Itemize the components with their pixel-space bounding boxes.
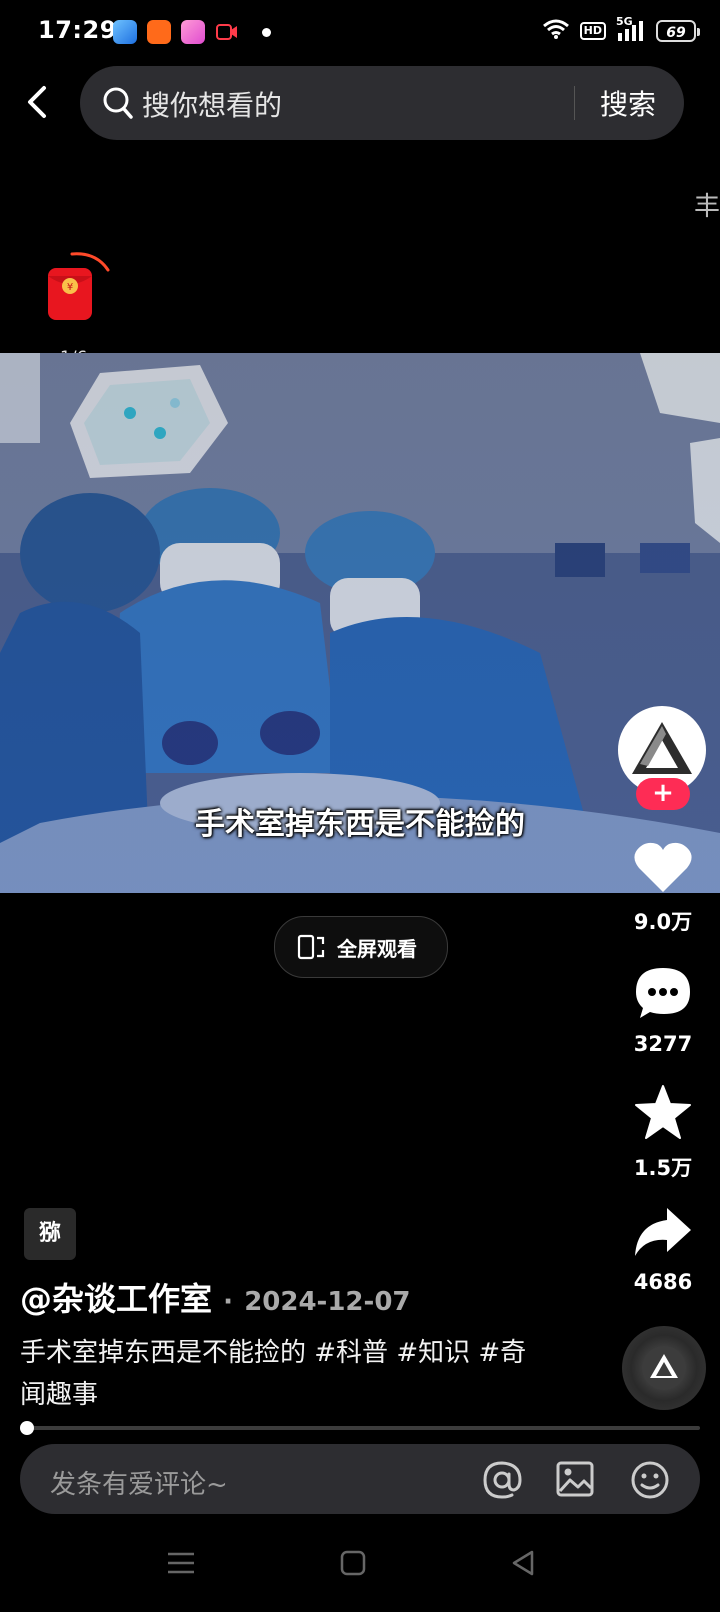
nav-home-button[interactable]	[340, 1550, 366, 1580]
signal-icon: 5G	[616, 15, 648, 43]
music-disc-logo-icon	[642, 1346, 686, 1390]
red-envelope-icon: ¥	[48, 252, 110, 320]
video-record-icon	[216, 22, 238, 46]
video-subtitle: 手术室掉东西是不能捡的	[195, 807, 525, 842]
star-icon	[635, 1085, 691, 1139]
mention-icon[interactable]	[482, 1460, 522, 1504]
wifi-icon	[542, 18, 570, 44]
like-count: 9.0万	[633, 910, 693, 934]
chevron-left-icon	[28, 86, 46, 118]
menu-icon	[168, 1552, 194, 1574]
post-caption[interactable]: 手术室掉东西是不能捡的 #科普 #知识 #奇闻趣事	[20, 1332, 540, 1416]
search-divider	[574, 86, 575, 120]
orange-app-icon	[147, 20, 171, 44]
search-button[interactable]: 搜索	[600, 83, 656, 123]
battery-icon: 69	[656, 20, 700, 42]
share-count: 4686	[633, 1270, 693, 1294]
comment-bar[interactable]: 发条有爱评论~	[20, 1444, 700, 1514]
music-disc[interactable]	[622, 1326, 706, 1410]
back-triangle-icon	[512, 1550, 534, 1576]
status-bar: 17:29 HD 5G 69	[0, 0, 720, 64]
notification-dot	[262, 28, 271, 37]
red-packet-widget[interactable]: ¥	[48, 252, 110, 320]
progress-handle[interactable]	[20, 1421, 34, 1435]
post-date: 2024-12-07	[244, 1287, 411, 1317]
share-button[interactable]: 4686	[613, 1206, 713, 1294]
home-square-icon	[340, 1550, 366, 1576]
video-progress-bar[interactable]	[24, 1426, 700, 1430]
back-button[interactable]	[20, 80, 56, 124]
edge-text: 丰	[693, 192, 720, 222]
svg-text:¥: ¥	[67, 282, 73, 293]
favorite-button[interactable]: 1.5万	[613, 1084, 713, 1182]
status-indicators: HD 5G	[542, 15, 648, 44]
nav-back-button[interactable]	[510, 1550, 536, 1580]
favorite-count: 1.5万	[633, 1156, 693, 1180]
pink-app-icon	[181, 20, 205, 44]
content-badge: 猕	[24, 1208, 76, 1260]
fullscreen-button[interactable]: 全屏观看	[274, 916, 448, 978]
status-time: 17:29	[38, 16, 117, 44]
image-icon[interactable]	[556, 1460, 594, 1502]
search-icon	[102, 86, 134, 124]
follow-button[interactable]: +	[636, 778, 690, 810]
like-button[interactable]: 9.0万	[613, 840, 713, 936]
nav-menu-button[interactable]	[166, 1550, 196, 1580]
fullscreen-icon	[297, 934, 325, 964]
fullscreen-label: 全屏观看	[337, 937, 417, 961]
search-input[interactable]: 搜你想看的	[142, 84, 282, 124]
heart-icon	[634, 842, 692, 892]
comment-count: 3277	[633, 1032, 693, 1056]
date-separator: ·	[223, 1287, 234, 1317]
blue-app-icon	[113, 20, 137, 44]
video-player[interactable]: 手术室掉东西是不能捡的	[0, 353, 720, 893]
comment-button[interactable]: 3277	[613, 966, 713, 1056]
comment-input[interactable]: 发条有爱评论~	[50, 1464, 228, 1501]
emoji-icon[interactable]	[630, 1460, 670, 1504]
comment-bubble-icon	[636, 968, 690, 1018]
author-name[interactable]: @杂谈工作室	[20, 1280, 212, 1318]
search-bar[interactable]: 搜你想看的 搜索	[80, 66, 684, 140]
share-arrow-icon	[635, 1208, 691, 1256]
author-line: @杂谈工作室 · 2024-12-07	[20, 1274, 411, 1320]
hd-icon: HD	[579, 22, 606, 40]
